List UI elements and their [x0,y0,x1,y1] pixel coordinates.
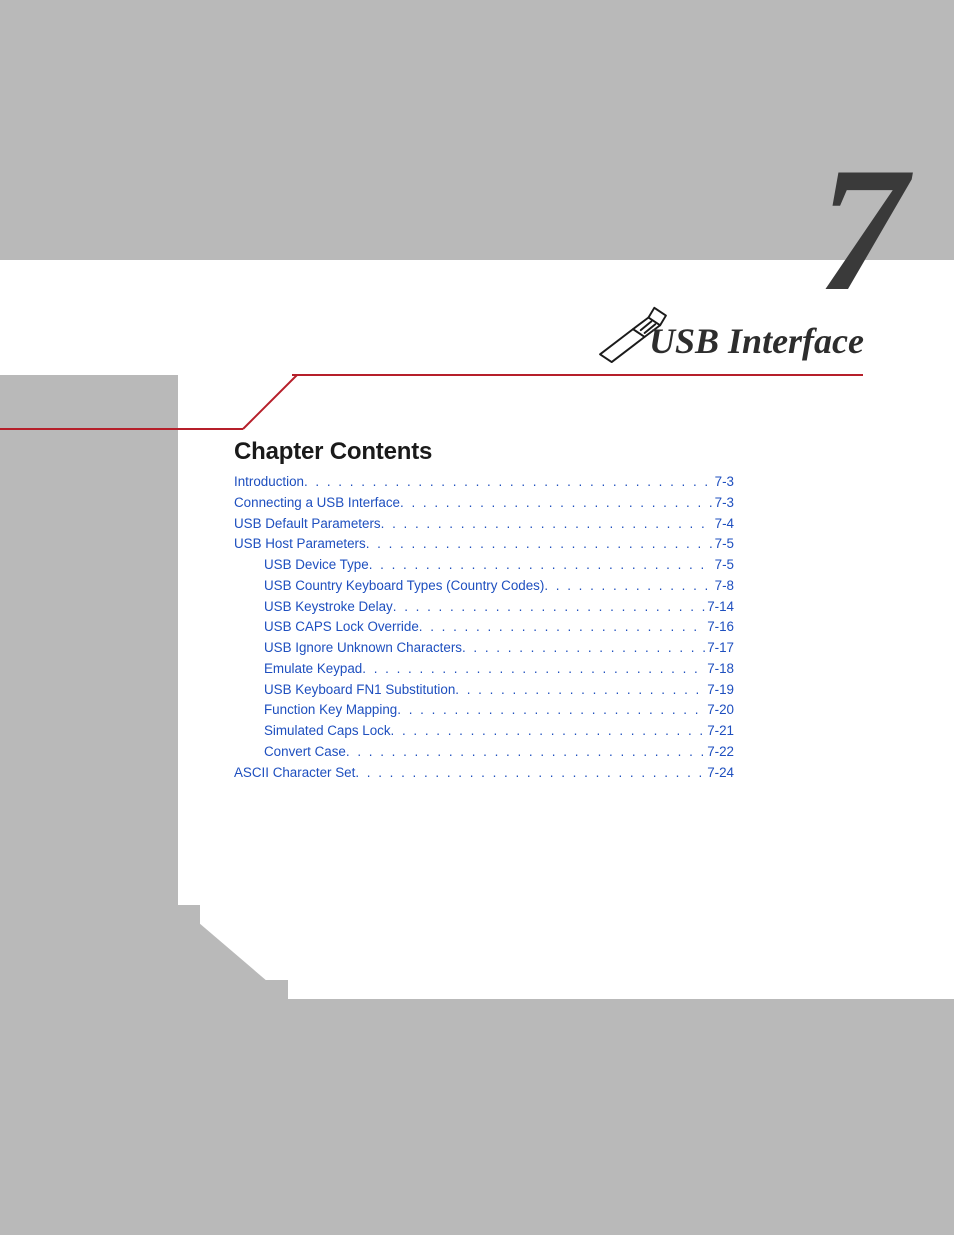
toc-leader-dots [393,597,705,618]
toc-entry[interactable]: Function Key Mapping 7-20 [234,700,734,721]
toc-entry-page: 7-17 [705,638,734,659]
toc-entry[interactable]: USB Country Keyboard Types (Country Code… [234,576,734,597]
toc-entry[interactable]: Emulate Keypad 7-18 [234,659,734,680]
toc-leader-dots [397,700,705,721]
toc-entry-label: ASCII Character Set [234,763,355,784]
toc-entry-page: 7-5 [713,555,734,576]
toc-entry-label: USB Host Parameters [234,534,366,555]
page: 7 USB Interface Chapter Contents Introdu… [0,0,954,1235]
toc-entry-page: 7-18 [705,659,734,680]
toc-leader-dots [369,555,713,576]
toc-leader-dots [346,742,705,763]
toc-entry-page: 7-3 [713,493,734,514]
toc-entry[interactable]: USB Default Parameters 7-4 [234,514,734,535]
toc-entry-page: 7-24 [705,763,734,784]
toc-entry[interactable]: USB CAPS Lock Override 7-16 [234,617,734,638]
table-of-contents: Introduction7-3Connecting a USB Interfac… [234,472,734,783]
toc-leader-dots [381,514,713,535]
toc-leader-dots [355,763,705,784]
toc-entry-page: 7-14 [705,597,734,618]
toc-entry-page: 7-16 [705,617,734,638]
toc-entry[interactable]: USB Keyboard FN1 Substitution 7-19 [234,680,734,701]
toc-entry-page: 7-3 [713,472,734,493]
toc-leader-dots [366,534,713,555]
toc-leader-dots [462,638,705,659]
toc-entry-page: 7-8 [713,576,734,597]
toc-entry-page: 7-5 [713,534,734,555]
toc-leader-dots [419,617,705,638]
toc-entry-label: Convert Case [264,742,346,763]
toc-entry-label: Simulated Caps Lock [264,721,391,742]
toc-entry-page: 7-21 [705,721,734,742]
toc-entry[interactable]: USB Device Type 7-5 [234,555,734,576]
toc-entry-page: 7-22 [705,742,734,763]
toc-leader-dots [455,680,705,701]
toc-leader-dots [362,659,705,680]
toc-entry-label: Function Key Mapping [264,700,397,721]
toc-entry-label: USB Default Parameters [234,514,381,535]
rule-red-under-title [292,374,863,376]
section-heading-chapter-contents: Chapter Contents [234,438,432,466]
toc-entry-label: Connecting a USB Interface [234,493,400,514]
toc-entry-label: Emulate Keypad [264,659,362,680]
toc-entry-label: USB Country Keyboard Types (Country Code… [264,576,544,597]
rule-red-left [0,428,243,430]
chapter-title: USB Interface [649,320,864,362]
toc-entry[interactable]: ASCII Character Set 7-24 [234,763,734,784]
toc-entry[interactable]: Simulated Caps Lock 7-21 [234,721,734,742]
toc-entry-label: USB Keyboard FN1 Substitution [264,680,455,701]
toc-entry-page: 7-4 [713,514,734,535]
toc-entry[interactable]: USB Host Parameters 7-5 [234,534,734,555]
toc-entry[interactable]: USB Ignore Unknown Characters 7-17 [234,638,734,659]
toc-entry-label: USB Device Type [264,555,369,576]
chapter-number: 7 [818,140,907,318]
toc-entry[interactable]: Connecting a USB Interface 7-3 [234,493,734,514]
toc-entry-page: 7-20 [705,700,734,721]
toc-entry-label: Introduction [234,472,304,493]
toc-entry-page: 7-19 [705,680,734,701]
toc-entry[interactable]: Convert Case 7-22 [234,742,734,763]
toc-entry-label: USB CAPS Lock Override [264,617,419,638]
toc-entry-label: USB Ignore Unknown Characters [264,638,462,659]
toc-leader-dots [544,576,712,597]
toc-leader-dots [400,493,713,514]
toc-leader-dots [304,472,713,493]
toc-entry[interactable]: USB Keystroke Delay 7-14 [234,597,734,618]
toc-entry-label: USB Keystroke Delay [264,597,393,618]
toc-leader-dots [391,721,706,742]
toc-entry[interactable]: Introduction 7-3 [234,472,734,493]
